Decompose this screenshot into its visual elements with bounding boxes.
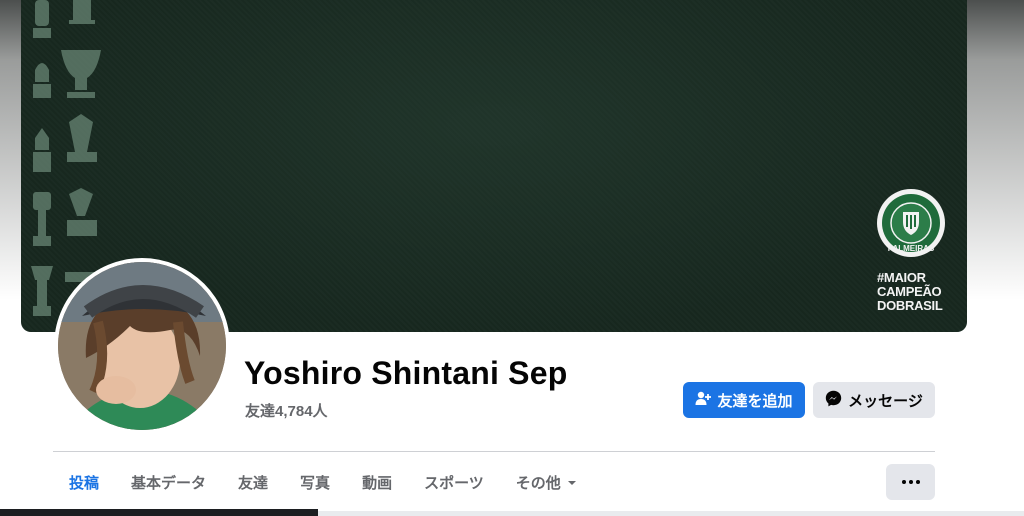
profile-page: PALMEIRAS #MAIOR CAMPEÃO DOBRASIL Yoshir…: [0, 0, 1024, 516]
person-add-icon: [695, 390, 712, 410]
cover-slogan: #MAIOR CAMPEÃO DOBRASIL: [877, 271, 957, 313]
message-button[interactable]: メッセージ: [813, 382, 935, 418]
slogan-line: DOBRASIL: [877, 298, 943, 313]
club-crest: PALMEIRAS: [876, 188, 946, 258]
tab-about[interactable]: 基本データ: [115, 464, 222, 500]
add-friend-button[interactable]: 友達を追加: [683, 382, 805, 418]
caret-down-icon: [567, 474, 577, 491]
friends-count-link[interactable]: 友達4,784人: [245, 400, 328, 421]
section-divider: [53, 451, 935, 452]
tab-posts[interactable]: 投稿: [53, 464, 115, 500]
tab-more-label: その他: [515, 474, 561, 492]
profile-avatar[interactable]: [54, 258, 230, 434]
more-options-button[interactable]: [886, 464, 935, 500]
profile-name: Yoshiro Shintani Sep: [244, 355, 568, 391]
avatar-photo: [58, 262, 226, 430]
profile-tabs: 投稿 基本データ 友達 写真 動画 スポーツ その他: [53, 464, 593, 500]
add-friend-label: 友達を追加: [717, 392, 793, 410]
more-dots-icon: [901, 480, 920, 484]
bottom-light-strip: [318, 511, 1024, 516]
tab-friends[interactable]: 友達: [222, 464, 284, 500]
tab-photos[interactable]: 写真: [284, 464, 346, 500]
bottom-dark-strip: [0, 509, 318, 516]
tab-videos[interactable]: 動画: [346, 464, 408, 500]
slogan-line: CAMPEÃO: [877, 284, 942, 299]
tab-sports[interactable]: スポーツ: [408, 464, 500, 500]
slogan-line: #MAIOR: [877, 270, 926, 285]
crest-text: PALMEIRAS: [888, 244, 935, 253]
message-label: メッセージ: [848, 392, 923, 410]
messenger-icon: [825, 390, 842, 411]
tab-more[interactable]: その他: [500, 464, 593, 500]
